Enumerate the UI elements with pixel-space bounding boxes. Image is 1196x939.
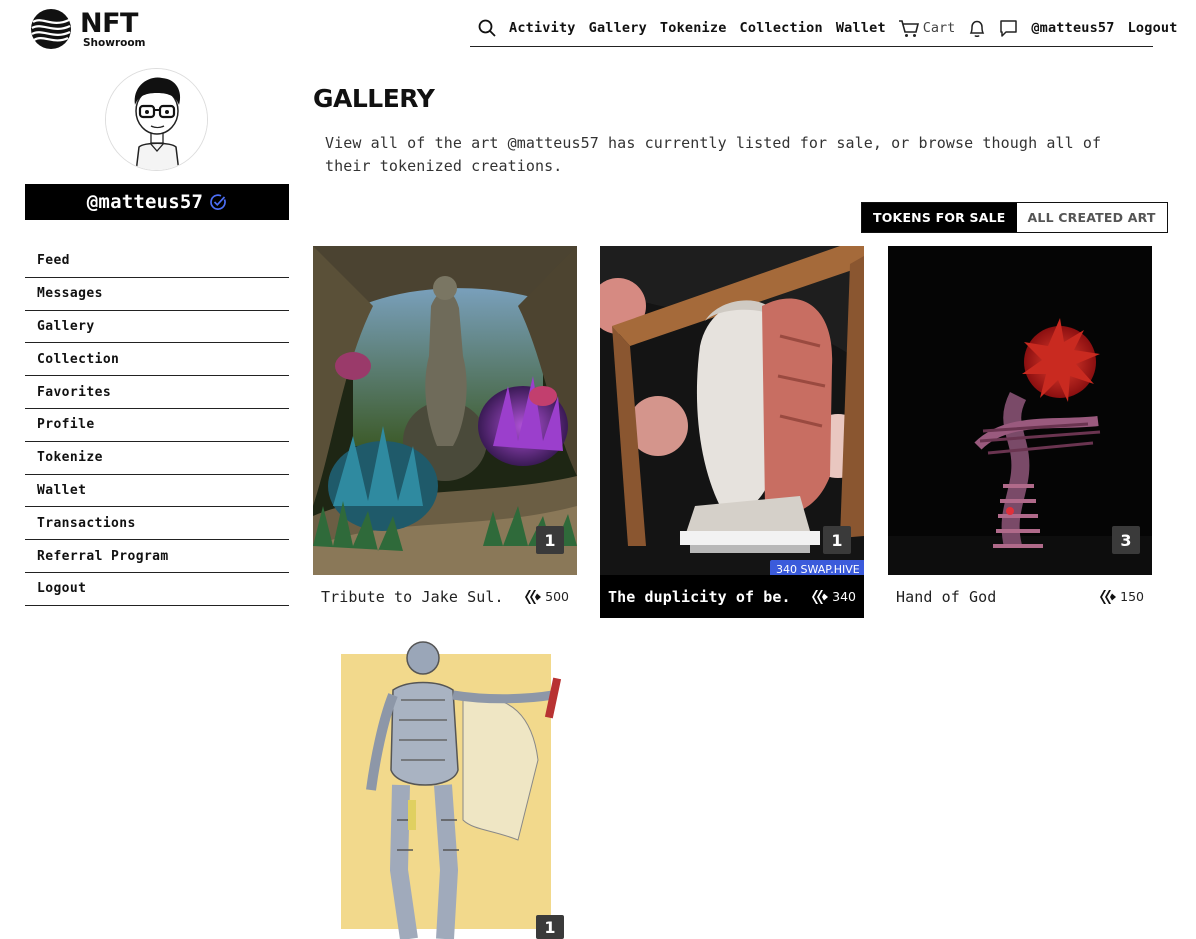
- sidebar-item-collection[interactable]: Collection: [25, 343, 289, 377]
- art-card[interactable]: 3 Hand of God 150: [888, 246, 1152, 618]
- nav-gallery[interactable]: Gallery: [589, 20, 647, 36]
- art-card-caption: Hand of God 150: [888, 575, 1152, 618]
- sidebar-item-feed[interactable]: Feed: [25, 245, 289, 278]
- hive-icon: [525, 589, 542, 604]
- art-price-value: 500: [545, 589, 569, 604]
- edition-count-badge: 1: [536, 526, 564, 554]
- tab-all-created-art[interactable]: ALL CREATED ART: [1016, 203, 1167, 232]
- art-price-value: 150: [1120, 589, 1144, 604]
- sidebar-item-profile[interactable]: Profile: [25, 409, 289, 442]
- profile-username: @matteus57: [86, 191, 204, 213]
- avatar-illustration: [106, 69, 207, 170]
- art-card-caption: Tribute to Jake Sul... 500: [313, 575, 577, 618]
- cart-label: Cart: [922, 20, 956, 36]
- hive-icon: [1100, 589, 1117, 604]
- art-price: 150: [1100, 589, 1144, 604]
- logo-mark-icon: [31, 9, 71, 49]
- bell-icon[interactable]: [968, 19, 986, 38]
- art-card-caption: The duplicity of be... 340: [600, 575, 864, 618]
- price-tooltip: 340 SWAP.HIVE: [770, 560, 864, 575]
- sidebar-item-wallet[interactable]: Wallet: [25, 475, 289, 508]
- edition-count-badge: 1: [536, 915, 564, 939]
- art-image-hand-of-god[interactable]: 3: [888, 246, 1152, 575]
- hive-icon: [812, 589, 829, 604]
- art-image-robot[interactable]: 1: [313, 640, 577, 939]
- cart-icon: [898, 19, 919, 37]
- tab-tokens-for-sale[interactable]: TOKENS FOR SALE: [862, 203, 1017, 232]
- sidebar-menu: Feed Messages Gallery Collection Favorit…: [25, 245, 289, 606]
- nav-collection[interactable]: Collection: [740, 20, 823, 36]
- edition-count-badge: 1: [823, 526, 851, 554]
- check-circle-icon: [210, 194, 227, 210]
- page-description: View all of the art @matteus57 has curre…: [325, 134, 1102, 175]
- art-card[interactable]: 1 Tribute to Jake Sul... 500: [313, 246, 577, 618]
- page-title: GALLERY: [313, 84, 435, 113]
- art-card[interactable]: 1: [313, 640, 577, 939]
- top-nav: Activity Gallery Tokenize Collection Wal…: [470, 10, 1177, 47]
- nav-logout[interactable]: Logout: [1128, 20, 1178, 36]
- sidebar-item-tokenize[interactable]: Tokenize: [25, 442, 289, 475]
- art-image-bust[interactable]: 1 340 SWAP.HIVE: [600, 246, 864, 575]
- brand-sub: Showroom: [83, 37, 146, 49]
- art-price: 340: [812, 589, 856, 604]
- avatar[interactable]: [105, 68, 208, 171]
- sidebar-item-favorites[interactable]: Favorites: [25, 376, 289, 409]
- search-icon[interactable]: [478, 19, 496, 37]
- nav-tokenize[interactable]: Tokenize: [660, 20, 727, 36]
- nav-activity[interactable]: Activity: [509, 20, 576, 36]
- sidebar-item-messages[interactable]: Messages: [25, 278, 289, 311]
- nav-username[interactable]: @matteus57: [1031, 20, 1114, 36]
- brand-name: NFT: [80, 8, 138, 39]
- art-title[interactable]: The duplicity of be...: [608, 588, 788, 606]
- art-image-jungle[interactable]: 1: [313, 246, 577, 575]
- art-card[interactable]: 1 340 SWAP.HIVE The duplicity of be... 3…: [600, 246, 864, 618]
- brand-logo[interactable]: NFT Showroom: [30, 8, 160, 54]
- sidebar-item-logout[interactable]: Logout: [25, 573, 289, 606]
- nav-cart[interactable]: Cart: [898, 19, 956, 38]
- chat-icon[interactable]: [999, 19, 1018, 38]
- art-title[interactable]: Hand of God: [896, 588, 996, 606]
- art-price: 500: [525, 589, 569, 604]
- listing-toggle: TOKENS FOR SALE ALL CREATED ART: [861, 202, 1168, 233]
- profile-username-banner: @matteus57: [25, 184, 289, 220]
- sidebar-item-transactions[interactable]: Transactions: [25, 507, 289, 541]
- sidebar-item-referral-program[interactable]: Referral Program: [25, 540, 289, 573]
- edition-count-badge: 3: [1112, 526, 1140, 554]
- art-title[interactable]: Tribute to Jake Sul...: [321, 588, 501, 606]
- nav-wallet[interactable]: Wallet: [836, 20, 886, 36]
- art-price-value: 340: [832, 589, 856, 604]
- sidebar-item-gallery[interactable]: Gallery: [25, 311, 289, 344]
